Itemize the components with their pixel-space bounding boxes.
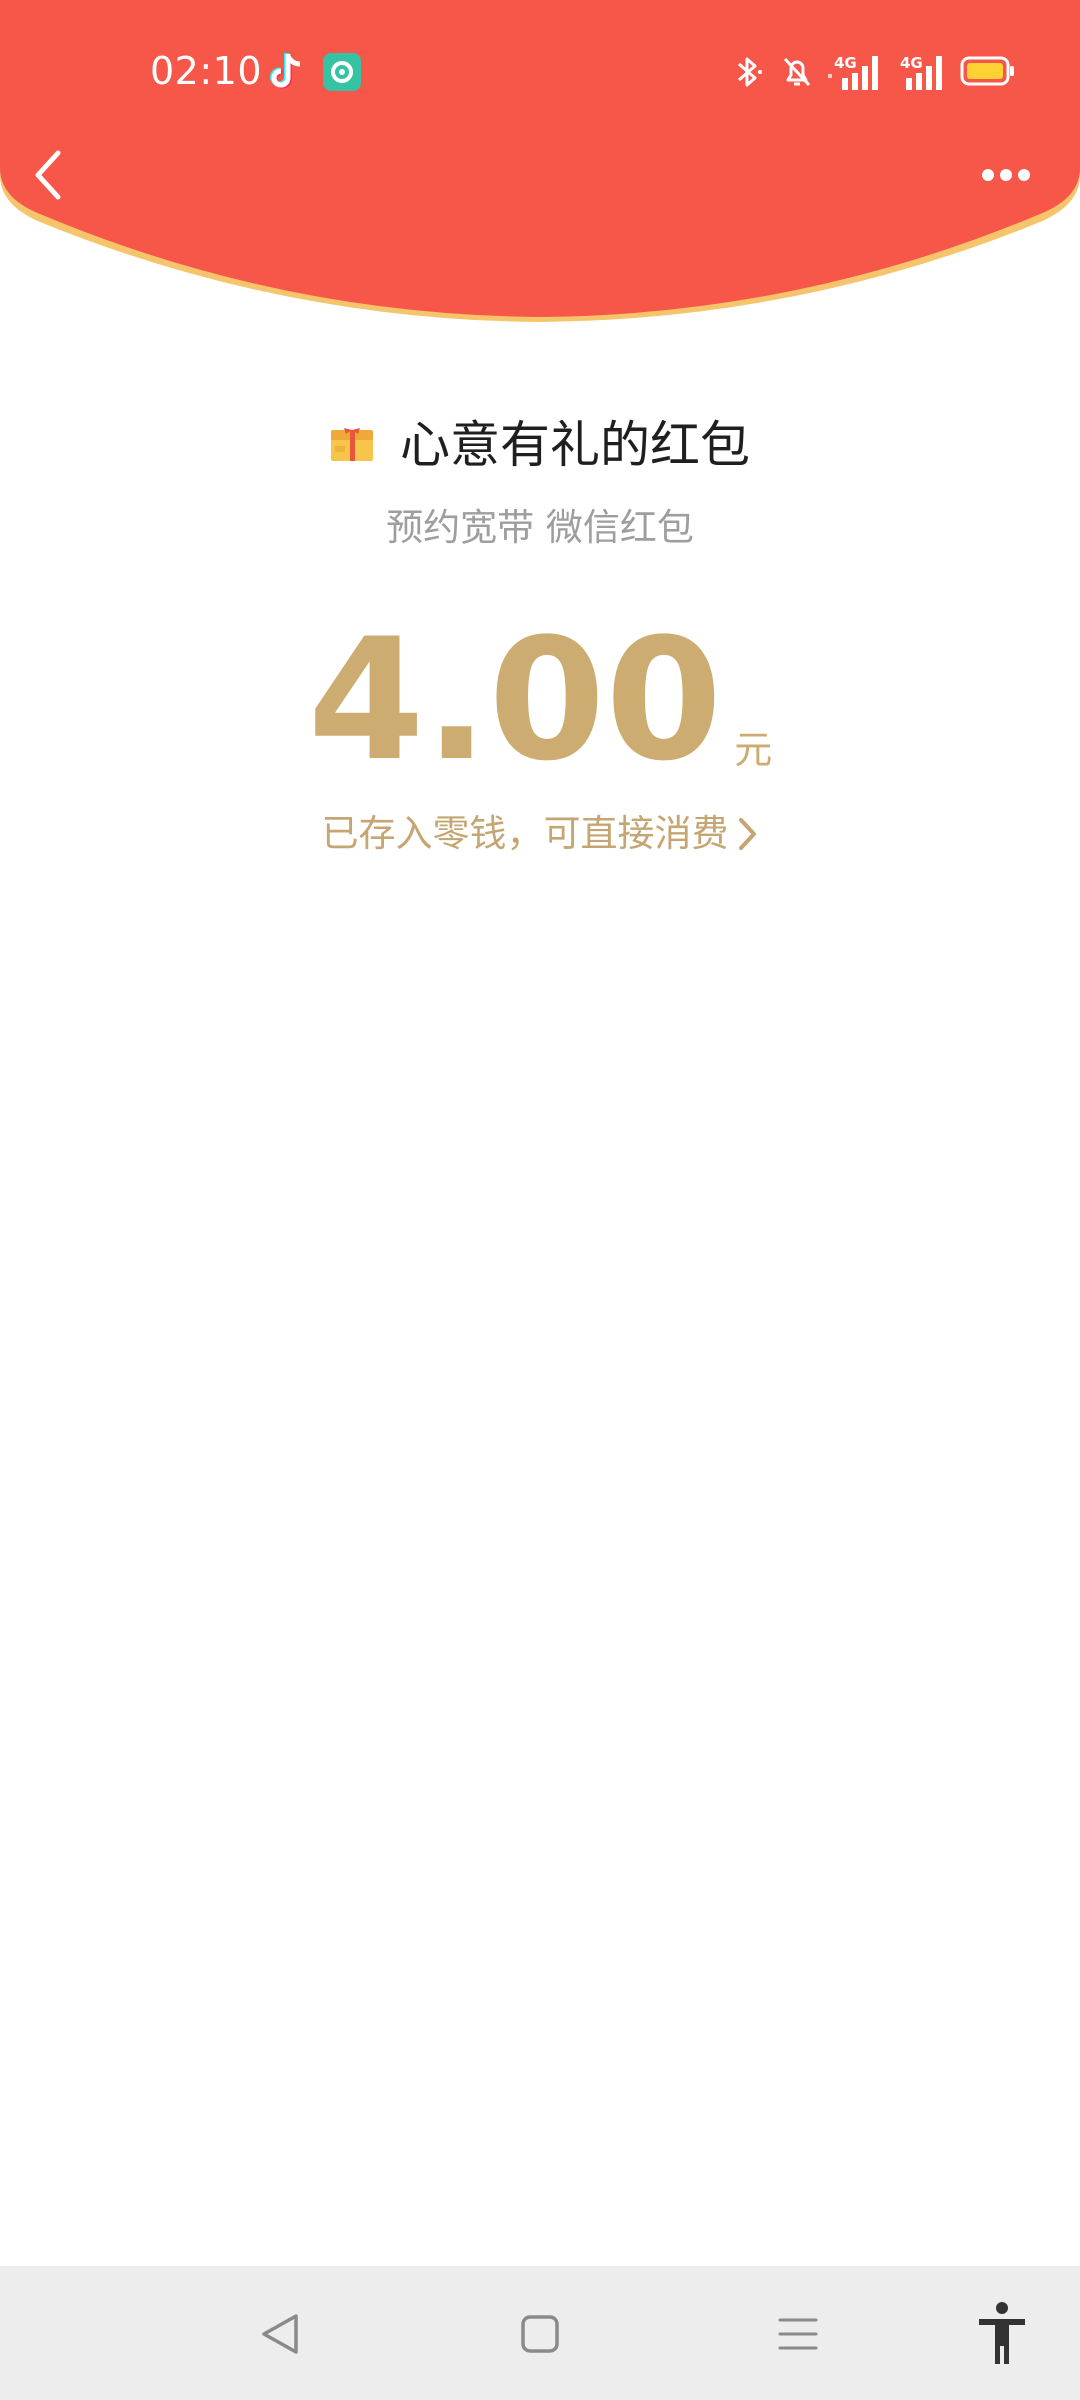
network-label: 4G xyxy=(900,54,923,72)
gift-box-icon xyxy=(331,428,373,461)
accessibility-button[interactable] xyxy=(962,2294,1042,2374)
chevron-left-icon xyxy=(35,150,61,200)
recent-menu-icon xyxy=(778,2318,818,2350)
title-row: 心意有礼的红包 xyxy=(0,410,1080,480)
network-label: 4G xyxy=(834,54,857,72)
system-home-button[interactable] xyxy=(500,2294,580,2374)
system-back-button[interactable] xyxy=(240,2294,320,2374)
system-recent-button[interactable] xyxy=(758,2294,838,2374)
app-icon xyxy=(323,53,361,91)
red-packet-detail-screen: 02:10 4G 4G 心意有礼的红包 预约宽带 微信红包 4.00 元 已存入… xyxy=(0,0,1080,2400)
signal-4g-icon: 4G xyxy=(828,54,878,90)
bluetooth-icon xyxy=(738,57,762,87)
battery-icon xyxy=(960,56,1014,86)
packet-subtitle: 预约宽带 微信红包 xyxy=(386,506,694,549)
tiktok-icon xyxy=(270,53,301,89)
status-time: 02:10 xyxy=(150,49,263,93)
back-triangle-icon xyxy=(262,2314,298,2354)
amount-unit: 元 xyxy=(734,728,773,772)
chevron-right-icon xyxy=(738,818,756,850)
deposit-link[interactable]: 已存入零钱，可直接消费 xyxy=(0,808,1080,860)
back-button[interactable] xyxy=(22,140,92,210)
deposit-text: 已存入零钱，可直接消费 xyxy=(321,812,729,855)
more-horizontal-icon xyxy=(982,169,1030,181)
home-square-icon xyxy=(521,2315,559,2353)
signal-4g-icon: 4G xyxy=(900,54,942,90)
bell-off-icon xyxy=(783,57,811,87)
status-bar: 02:10 4G 4G xyxy=(0,0,1080,140)
more-button[interactable] xyxy=(970,150,1050,200)
amount-row: 4.00 元 xyxy=(0,615,1080,785)
accessibility-icon xyxy=(979,2302,1025,2364)
packet-amount: 4.00 xyxy=(307,602,723,798)
packet-title: 心意有礼的红包 xyxy=(400,416,750,474)
system-navigation-bar xyxy=(0,2266,1080,2400)
